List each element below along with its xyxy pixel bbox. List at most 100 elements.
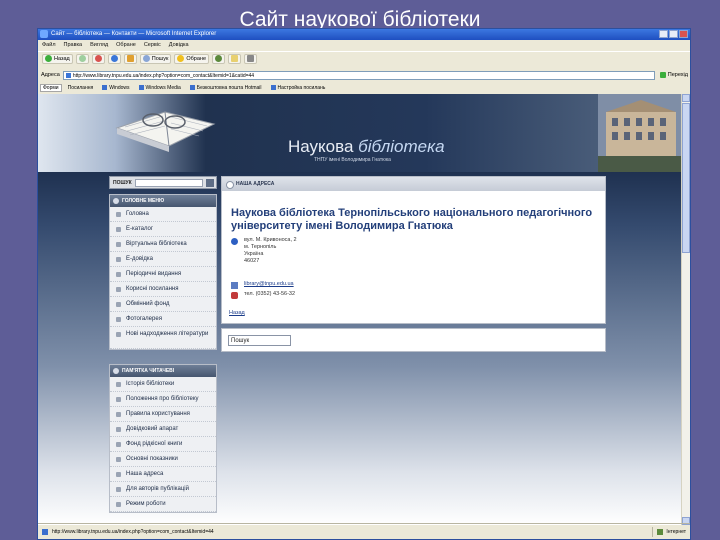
address-line: Україна bbox=[244, 251, 264, 257]
menu-view[interactable]: Вигляд bbox=[90, 40, 108, 51]
bottom-search-input[interactable]: Пошук bbox=[228, 335, 291, 346]
back-button[interactable]: Назад bbox=[42, 53, 73, 64]
address-lines: вул. М. Кривоноса, 2 м. Тернопіль Україн… bbox=[244, 237, 297, 265]
nav-item-for-authors[interactable]: Для авторів публікацій bbox=[110, 482, 216, 497]
contact-panel: НАША АДРЕСА Наукова бібліотека Тернопіль… bbox=[221, 176, 606, 324]
ie-icon bbox=[40, 30, 48, 38]
menu-file[interactable]: Файл bbox=[42, 40, 56, 51]
postal-address: вул. М. Кривоноса, 2 м. Тернопіль Україн… bbox=[231, 237, 297, 265]
page-status-icon bbox=[42, 528, 48, 535]
favorites-button[interactable]: Обране bbox=[174, 53, 210, 64]
link-windows-label: Windows bbox=[109, 84, 130, 91]
minimize-button[interactable] bbox=[659, 30, 668, 38]
zone-label: Інтернет bbox=[666, 528, 686, 535]
scroll-up-button[interactable] bbox=[682, 94, 690, 102]
contact-heading: НАША АДРЕСА bbox=[222, 177, 605, 191]
menu-edit[interactable]: Правка bbox=[64, 40, 83, 51]
main-menu-heading: ГОЛОВНЕ МЕНЮ bbox=[110, 195, 216, 207]
page-area: ПОШУК ГОЛОВНЕ МЕНЮ Головна Е-каталог Вір… bbox=[38, 172, 683, 525]
mail-icon bbox=[231, 55, 239, 62]
nav-item-ecatalog[interactable]: Е-каталог bbox=[110, 222, 216, 237]
address-bar: Адреса http://www.library.tnpu.edu.ua/in… bbox=[38, 69, 690, 81]
scroll-thumb[interactable] bbox=[682, 103, 690, 253]
university-building-image bbox=[598, 94, 683, 172]
link-customize-label: Настройка посилань bbox=[277, 84, 326, 91]
nav-item-new-arrivals[interactable]: Нові надходження літератури bbox=[110, 327, 216, 349]
menu-bar: Файл Правка Вигляд Обране Сервіс Довідка bbox=[38, 40, 690, 51]
address-line: 46027 bbox=[244, 258, 260, 264]
nav-item-useful-links[interactable]: Корисні посилання bbox=[110, 282, 216, 297]
nav-item-home[interactable]: Головна bbox=[110, 207, 216, 222]
status-bar: http://www.library.tnpu.edu.ua/index.php… bbox=[38, 523, 690, 539]
status-text: http://www.library.tnpu.edu.ua/index.php… bbox=[52, 528, 214, 535]
right-column: НАША АДРЕСА Наукова бібліотека Тернопіль… bbox=[221, 172, 606, 502]
link-windows-media-label: Windows Media bbox=[145, 84, 181, 91]
address-icon bbox=[231, 238, 238, 245]
nav-item-virtual-library[interactable]: Віртуальна бібліотека bbox=[110, 237, 216, 252]
refresh-icon bbox=[110, 55, 118, 62]
home-button[interactable] bbox=[123, 53, 137, 64]
menu-favorites[interactable]: Обране bbox=[116, 40, 136, 51]
forward-arrow-icon bbox=[78, 55, 86, 62]
site-subtitle: ТНПУ імені Володимира Гнатюка bbox=[314, 157, 391, 163]
menu-tools[interactable]: Сервіс bbox=[144, 40, 161, 51]
print-button[interactable] bbox=[244, 53, 258, 64]
vertical-scrollbar[interactable] bbox=[681, 94, 690, 525]
back-label: Назад bbox=[54, 55, 70, 62]
window-controls bbox=[659, 30, 688, 38]
nav-item-ereference[interactable]: Е-довідка bbox=[110, 252, 216, 267]
link-windows-media[interactable]: Windows Media bbox=[136, 85, 184, 91]
go-arrow-icon bbox=[659, 72, 666, 78]
menu-help[interactable]: Довідка bbox=[169, 40, 189, 51]
address-line: вул. М. Кривоноса, 2 bbox=[244, 237, 297, 243]
nav-item-exchange-fund[interactable]: Обмінний фонд bbox=[110, 297, 216, 312]
nav-item-rare-books[interactable]: Фонд рідкісної книги bbox=[110, 437, 216, 452]
search-icon bbox=[142, 55, 150, 62]
search-button[interactable]: Пошук bbox=[139, 53, 172, 64]
page-viewport: Наукова бібліотека ТНПУ імені Володимира… bbox=[38, 94, 683, 525]
go-button[interactable]: Перехід bbox=[658, 71, 690, 80]
security-zone: Інтернет bbox=[652, 526, 690, 537]
back-link[interactable]: Назад bbox=[229, 310, 245, 316]
nav-item-photo-gallery[interactable]: Фотогалерея bbox=[110, 312, 216, 327]
nav-item-reference-apparatus[interactable]: Довідковий апарат bbox=[110, 422, 216, 437]
main-menu: ГОЛОВНЕ МЕНЮ Головна Е-каталог Віртуальн… bbox=[109, 194, 217, 350]
home-icon bbox=[126, 55, 134, 62]
forward-button[interactable] bbox=[75, 53, 89, 64]
print-icon bbox=[247, 55, 255, 62]
email-link[interactable]: library@tnpu.edu.ua bbox=[244, 281, 294, 289]
refresh-button[interactable] bbox=[107, 53, 121, 64]
nav-item-our-address[interactable]: Наша адреса bbox=[110, 467, 216, 482]
close-button[interactable] bbox=[679, 30, 688, 38]
globe-icon bbox=[657, 528, 664, 535]
organization-name: Наукова бібліотека Тернопільського націо… bbox=[231, 207, 593, 232]
nav-item-periodicals[interactable]: Періодичні видання bbox=[110, 267, 216, 282]
nav-item-rules[interactable]: Правила користування bbox=[110, 407, 216, 422]
nav-item-regulations[interactable]: Положення про бібліотеку bbox=[110, 392, 216, 407]
maximize-button[interactable] bbox=[669, 30, 678, 38]
stop-button[interactable] bbox=[91, 53, 105, 64]
go-label: Перехід bbox=[667, 72, 688, 78]
link-icon bbox=[270, 85, 276, 90]
links-label[interactable]: Посилання bbox=[65, 85, 97, 91]
link-windows[interactable]: Windows bbox=[99, 85, 132, 91]
mail-button[interactable] bbox=[228, 53, 242, 64]
site-search-input[interactable] bbox=[134, 178, 203, 187]
site-search-button[interactable] bbox=[206, 178, 214, 187]
address-input[interactable]: http://www.library.tnpu.edu.ua/index.php… bbox=[62, 70, 655, 80]
address-label: Адреса bbox=[41, 72, 60, 78]
page-icon bbox=[65, 72, 71, 78]
email-icon bbox=[231, 282, 238, 289]
link-hotmail[interactable]: Безкоштовна пошта Hotmail bbox=[187, 85, 265, 91]
nav-item-opening-hours[interactable]: Режим роботи bbox=[110, 497, 216, 512]
site-header: Наукова бібліотека ТНПУ імені Володимира… bbox=[38, 94, 683, 172]
search-label: Пошук bbox=[151, 55, 169, 62]
mail-icon bbox=[189, 85, 195, 90]
nav-item-key-indicators[interactable]: Основні показники bbox=[110, 452, 216, 467]
nav-item-history[interactable]: Історія бібліотеки bbox=[110, 377, 216, 392]
site-title: Наукова бібліотека bbox=[288, 137, 445, 157]
history-button[interactable] bbox=[212, 53, 226, 64]
link-customize[interactable]: Настройка посилань bbox=[268, 85, 329, 91]
forms-dropdown[interactable]: Форми bbox=[40, 83, 62, 92]
history-icon bbox=[215, 55, 223, 62]
